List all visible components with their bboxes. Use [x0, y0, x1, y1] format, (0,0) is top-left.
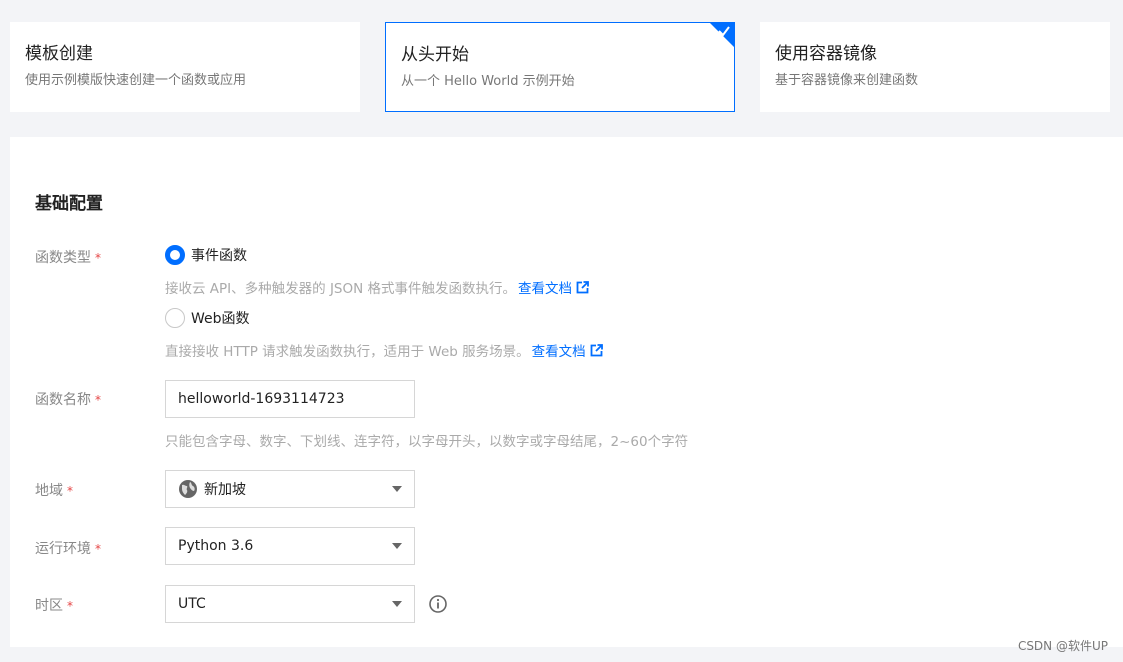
- card-from-scratch[interactable]: 从头开始 从一个 Hello World 示例开始: [385, 22, 735, 112]
- label-text: 函数名称: [35, 392, 91, 408]
- watermark: CSDN @软件UP: [1017, 639, 1108, 653]
- function-name-label: 函数名称 *: [35, 389, 101, 409]
- radio-label: 事件函数: [191, 248, 247, 264]
- link-text: 查看文档: [518, 281, 573, 297]
- function-name-input[interactable]: helloworld-1693114723: [165, 380, 415, 418]
- external-link-icon: [576, 280, 589, 293]
- radio-button[interactable]: [165, 308, 185, 328]
- label-text: 地域: [35, 483, 63, 499]
- label-text: 时区: [35, 598, 63, 614]
- label-text: 运行环境: [35, 541, 91, 557]
- card-container-image[interactable]: 使用容器镜像 基于容器镜像来创建函数: [760, 22, 1110, 112]
- event-function-hint: 接收云 API、多种触发器的 JSON 格式事件触发函数执行。 查看文档: [165, 277, 589, 297]
- radio-event-function[interactable]: 事件函数: [165, 245, 247, 265]
- card-title: 使用容器镜像: [775, 44, 877, 64]
- required-mark: *: [95, 251, 101, 265]
- select-value: Python 3.6: [178, 538, 254, 554]
- chevron-down-icon: [392, 601, 402, 607]
- view-docs-link[interactable]: 查看文档: [518, 277, 589, 297]
- card-title: 模板创建: [25, 44, 93, 64]
- function-name-hint: 只能包含字母、数字、下划线、连字符，以字母开头，以数字或字母结尾，2~60个字符: [165, 434, 689, 450]
- radio-button[interactable]: [165, 245, 185, 265]
- external-link-icon: [590, 343, 603, 356]
- card-template-create[interactable]: 模板创建 使用示例模版快速创建一个函数或应用: [10, 22, 360, 112]
- check-icon: [718, 26, 730, 37]
- page: 模板创建 使用示例模版快速创建一个函数或应用 从头开始 从一个 Hello Wo…: [0, 0, 1123, 662]
- globe-icon: [179, 480, 197, 498]
- chevron-down-icon: [392, 486, 402, 492]
- info-icon[interactable]: [428, 594, 448, 614]
- card-description: 从一个 Hello World 示例开始: [401, 74, 575, 89]
- function-type-label: 函数类型 *: [35, 247, 101, 267]
- radio-label: Web函数: [191, 311, 250, 327]
- link-text: 查看文档: [531, 344, 586, 360]
- region-label: 地域 *: [35, 480, 73, 500]
- radio-web-function[interactable]: Web函数: [165, 308, 250, 328]
- section-title: 基础配置: [35, 194, 103, 214]
- hint-text: 接收云 API、多种触发器的 JSON 格式事件触发函数执行。: [165, 281, 517, 297]
- chevron-down-icon: [392, 543, 402, 549]
- label-text: 函数类型: [35, 250, 91, 266]
- timezone-select[interactable]: UTC: [165, 585, 415, 623]
- basic-config-panel: 基础配置 函数类型 * 事件函数 接收云 API、多种触发器的 JSON 格式事件…: [10, 137, 1123, 647]
- required-mark: *: [95, 542, 101, 556]
- card-description: 使用示例模版快速创建一个函数或应用: [25, 73, 247, 88]
- view-docs-link[interactable]: 查看文档: [532, 340, 603, 360]
- card-description: 基于容器镜像来创建函数: [775, 73, 919, 88]
- runtime-select[interactable]: Python 3.6: [165, 527, 415, 565]
- required-mark: *: [95, 393, 101, 407]
- hint-text: 直接接收 HTTP 请求触发函数执行，适用于 Web 服务场景。: [165, 344, 530, 360]
- card-title: 从头开始: [401, 45, 469, 65]
- web-function-hint: 直接接收 HTTP 请求触发函数执行，适用于 Web 服务场景。 查看文档: [165, 340, 603, 360]
- select-value: UTC: [178, 596, 206, 612]
- required-mark: *: [67, 599, 73, 613]
- runtime-label: 运行环境 *: [35, 538, 101, 558]
- select-value: 新加坡: [204, 482, 246, 498]
- timezone-label: 时区 *: [35, 595, 73, 615]
- region-select[interactable]: 新加坡: [165, 470, 415, 508]
- required-mark: *: [67, 484, 73, 498]
